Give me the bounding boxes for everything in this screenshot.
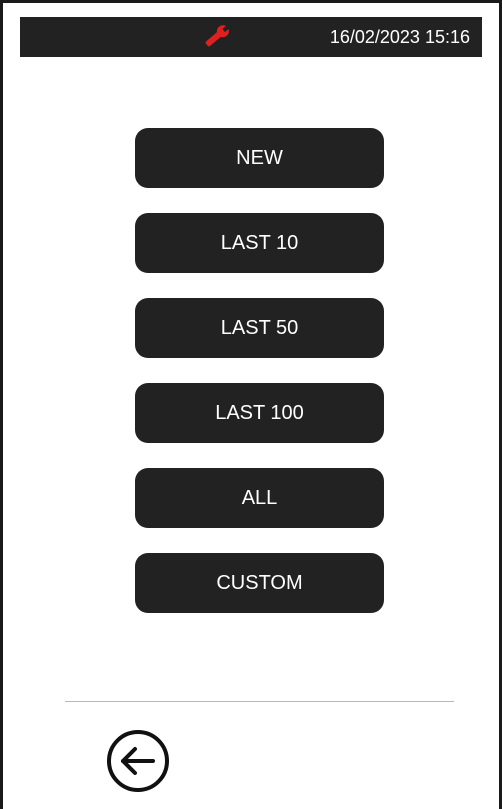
divider [65, 701, 454, 702]
last-100-button[interactable]: LAST 100 [135, 383, 384, 443]
back-button[interactable] [105, 728, 171, 794]
wrench-icon[interactable] [198, 21, 234, 53]
custom-button[interactable]: CUSTOM [135, 553, 384, 613]
datetime-display: 16/02/2023 15:16 [329, 27, 470, 47]
arrow-left-circle-icon [105, 728, 171, 794]
last-10-button[interactable]: LAST 10 [135, 213, 384, 273]
new-button[interactable]: NEW [135, 128, 384, 188]
status-bar: 16/02/2023 15:16 [20, 17, 482, 57]
all-button[interactable]: ALL [135, 468, 384, 528]
menu-list: NEW LAST 10 LAST 50 LAST 100 ALL CUSTOM [135, 128, 384, 638]
last-50-button[interactable]: LAST 50 [135, 298, 384, 358]
